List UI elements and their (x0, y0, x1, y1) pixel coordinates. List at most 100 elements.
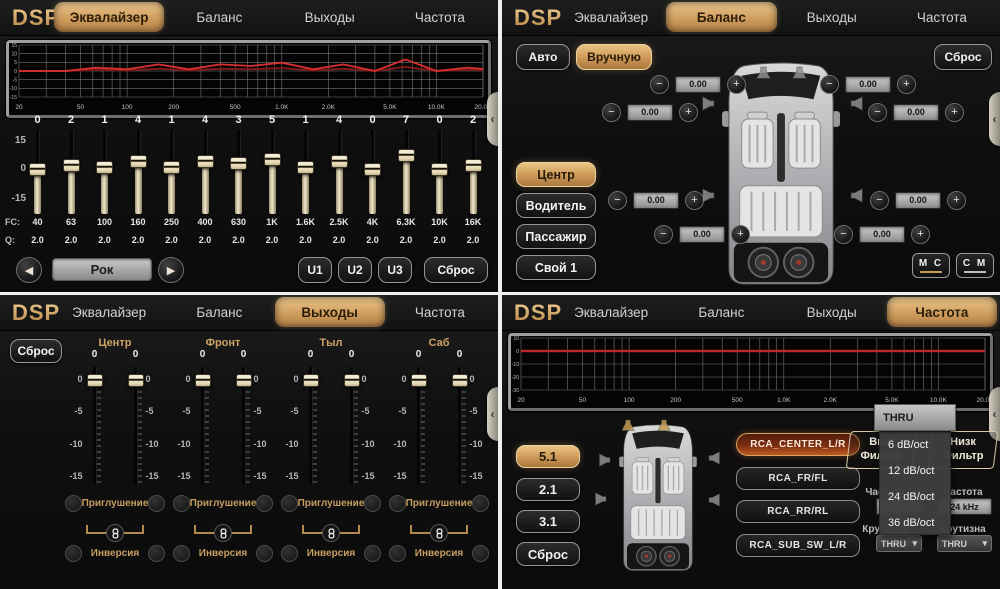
panel-edge-handle[interactable]: ‹ (487, 387, 498, 441)
tab-frequency[interactable]: Частота (887, 2, 997, 32)
mode-button-2-1[interactable]: 2.1 (516, 478, 580, 501)
balance-plus-button[interactable]: + (897, 75, 916, 94)
mode-button-5-1[interactable]: 5.1 (516, 445, 580, 468)
balance-delay-value[interactable]: 0.00 (845, 76, 891, 93)
mute-toggle-right[interactable] (148, 495, 165, 512)
balance-minus-button[interactable]: − (608, 191, 627, 210)
balance-reset-button[interactable]: Сброс (934, 44, 992, 70)
position-button-4[interactable]: Свой 1 (516, 255, 596, 280)
balance-delay-value[interactable]: 0.00 (633, 192, 679, 209)
balance-delay-value[interactable]: 0.00 (679, 226, 725, 243)
mute-toggle-right[interactable] (256, 495, 273, 512)
unit-cm-button[interactable]: C M (956, 253, 994, 278)
mute-toggle-right[interactable] (472, 495, 489, 512)
invert-toggle-right[interactable] (472, 545, 489, 562)
position-button-3[interactable]: Пассажир (516, 224, 596, 249)
mute-toggle-right[interactable] (364, 495, 381, 512)
output-slider-handle[interactable] (128, 374, 144, 387)
balance-plus-button[interactable]: + (947, 191, 966, 210)
balance-minus-button[interactable]: − (654, 225, 673, 244)
tab-outputs[interactable]: Выходы (275, 2, 385, 32)
tab-outputs[interactable]: Выходы (777, 297, 887, 327)
rca-channel-button-2[interactable]: RCA_RR/RL (736, 500, 860, 523)
preset-next-button[interactable]: ▶ (158, 257, 184, 283)
balance-plus-button[interactable]: + (679, 103, 698, 122)
link-channels-button[interactable] (106, 524, 124, 542)
panel-edge-handle[interactable]: ‹ (487, 92, 498, 146)
output-slider-handle[interactable] (452, 374, 468, 387)
balance-auto-button[interactable]: Авто (516, 44, 570, 70)
balance-delay-value[interactable]: 0.00 (893, 104, 939, 121)
slope-dropdown-selected[interactable]: THRU (874, 404, 956, 431)
tab-equalizer[interactable]: Эквалайзер (54, 2, 164, 32)
eq-band-slider-handle[interactable] (230, 157, 247, 170)
lp-slope-select[interactable]: THRU ▾ (937, 535, 992, 552)
eq-band-slider-handle[interactable] (29, 163, 46, 176)
crossover-reset-button[interactable]: Сброс (516, 542, 580, 566)
slope-option-3[interactable]: 36 dB/oct (880, 510, 950, 536)
tab-outputs[interactable]: Выходы (275, 297, 385, 327)
balance-delay-value[interactable]: 0.00 (675, 76, 721, 93)
hp-slope-select[interactable]: THRU ▾ (876, 535, 922, 552)
balance-minus-button[interactable]: − (868, 103, 887, 122)
mode-button-3-1[interactable]: 3.1 (516, 510, 580, 533)
rca-channel-button-1[interactable]: RCA_FR/FL (736, 467, 860, 490)
invert-toggle-right[interactable] (148, 545, 165, 562)
tab-equalizer[interactable]: Эквалайзер (556, 297, 666, 327)
eq-band-slider-handle[interactable] (398, 149, 415, 162)
tab-balance[interactable]: Баланс (666, 2, 776, 32)
eq-band-slider-handle[interactable] (264, 153, 281, 166)
slope-option-0[interactable]: 6 dB/oct (880, 432, 950, 458)
unit-mc-button[interactable]: M C (912, 253, 950, 278)
tab-equalizer[interactable]: Эквалайзер (54, 297, 164, 327)
invert-toggle-right[interactable] (364, 545, 381, 562)
rca-channel-button-0[interactable]: RCA_CENTER_L/R (736, 433, 860, 456)
balance-plus-button[interactable]: + (945, 103, 964, 122)
eq-band-slider-handle[interactable] (331, 155, 348, 168)
invert-toggle-right[interactable] (256, 545, 273, 562)
tab-balance[interactable]: Баланс (666, 297, 776, 327)
eq-band-slider-handle[interactable] (297, 161, 314, 174)
outputs-reset-button[interactable]: Сброс (10, 339, 62, 363)
balance-delay-value[interactable]: 0.00 (859, 226, 905, 243)
slope-option-1[interactable]: 12 dB/oct (880, 458, 950, 484)
output-slider-handle[interactable] (344, 374, 360, 387)
balance-minus-button[interactable]: − (870, 191, 889, 210)
eq-band-slider-handle[interactable] (130, 155, 147, 168)
output-slider-handle[interactable] (411, 374, 427, 387)
balance-minus-button[interactable]: − (834, 225, 853, 244)
balance-plus-button[interactable]: + (911, 225, 930, 244)
tab-balance[interactable]: Баланс (164, 297, 274, 327)
tab-equalizer[interactable]: Эквалайзер (556, 2, 666, 32)
link-channels-button[interactable] (322, 524, 340, 542)
eq-memory-button-u1[interactable]: U1 (298, 257, 332, 283)
output-slider-handle[interactable] (236, 374, 252, 387)
output-slider-handle[interactable] (303, 374, 319, 387)
eq-band-slider-handle[interactable] (163, 161, 180, 174)
tab-frequency[interactable]: Частота (887, 297, 997, 327)
balance-manual-button[interactable]: Вручную (576, 44, 652, 70)
eq-band-slider-handle[interactable] (364, 163, 381, 176)
slope-option-2[interactable]: 24 dB/oct (880, 484, 950, 510)
preset-display[interactable]: Рок (52, 258, 152, 281)
tab-balance[interactable]: Баланс (164, 2, 274, 32)
balance-delay-value[interactable]: 0.00 (627, 104, 673, 121)
eq-memory-button-u3[interactable]: U3 (378, 257, 412, 283)
eq-band-slider-handle[interactable] (63, 159, 80, 172)
eq-memory-button-u2[interactable]: U2 (338, 257, 372, 283)
eq-band-slider-handle[interactable] (465, 159, 482, 172)
position-button-1[interactable]: Центр (516, 162, 596, 187)
balance-plus-button[interactable]: + (727, 75, 746, 94)
eq-band-slider-handle[interactable] (431, 163, 448, 176)
output-slider-handle[interactable] (195, 374, 211, 387)
link-channels-button[interactable] (430, 524, 448, 542)
eq-band-slider-handle[interactable] (197, 155, 214, 168)
balance-minus-button[interactable]: − (650, 75, 669, 94)
eq-band-slider-handle[interactable] (96, 161, 113, 174)
tab-frequency[interactable]: Частота (385, 297, 495, 327)
balance-plus-button[interactable]: + (731, 225, 750, 244)
tab-frequency[interactable]: Частота (385, 2, 495, 32)
panel-edge-handle[interactable]: ‹ (989, 92, 1000, 146)
balance-minus-button[interactable]: − (820, 75, 839, 94)
position-button-2[interactable]: Водитель (516, 193, 596, 218)
